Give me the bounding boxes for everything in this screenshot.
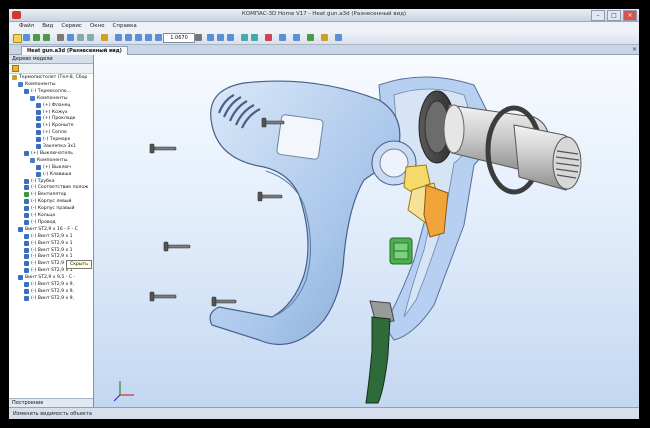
assembly-icon bbox=[12, 75, 17, 80]
screw-1 bbox=[149, 143, 177, 154]
part-icon bbox=[36, 123, 41, 129]
section-icon[interactable] bbox=[265, 34, 272, 41]
tree-item[interactable]: (-) Винт ST2,9 х 9, bbox=[24, 295, 74, 302]
wireframe-view-icon[interactable] bbox=[251, 34, 258, 41]
zoom-dynamic-icon[interactable] bbox=[155, 34, 162, 41]
screw-icon bbox=[24, 282, 29, 287]
screw-icon bbox=[24, 254, 29, 260]
print-icon[interactable] bbox=[57, 34, 64, 41]
pan-icon[interactable] bbox=[207, 34, 214, 41]
part-icon bbox=[24, 219, 29, 225]
zoom-input[interactable]: 1.0670 bbox=[163, 33, 195, 43]
3d-viewport[interactable] bbox=[94, 55, 639, 407]
new-file-icon[interactable] bbox=[13, 34, 22, 43]
menu-file[interactable]: Файл bbox=[19, 22, 34, 31]
title-bar: КОМПАС-3D Home V17 - Heat gun.a3d (Разне… bbox=[9, 9, 639, 22]
screw-icon bbox=[24, 233, 29, 239]
part-icon bbox=[36, 164, 41, 170]
part-icon bbox=[36, 137, 41, 143]
zoom-dropdown-icon[interactable] bbox=[195, 34, 202, 41]
part-icon bbox=[36, 109, 41, 115]
screw-4 bbox=[163, 241, 191, 252]
part-icon bbox=[36, 116, 41, 122]
part-icon bbox=[36, 130, 41, 136]
menu-bar: Файл Вид Сервис Окно Справка bbox=[9, 22, 639, 31]
menu-view[interactable]: Вид bbox=[42, 22, 53, 31]
screw-icon bbox=[24, 247, 29, 253]
model-tree-panel: Дерево модели Термопистолет (Тел-8, Сбор… bbox=[9, 55, 94, 407]
cut-icon[interactable] bbox=[77, 34, 84, 41]
document-tab-bar: Heat gun.a3d (Разнесенный вид) × bbox=[9, 45, 639, 55]
main-toolbar: 1.0670 bbox=[9, 31, 639, 45]
folder-icon bbox=[18, 81, 23, 87]
screw-icon bbox=[24, 268, 29, 274]
open-file-icon[interactable] bbox=[23, 34, 30, 41]
axis-triad-icon bbox=[113, 381, 134, 402]
orientation-icon[interactable] bbox=[227, 34, 234, 41]
zoom-window-icon[interactable] bbox=[135, 34, 142, 41]
panel-title: Дерево модели bbox=[9, 55, 93, 64]
model-color-icon[interactable] bbox=[307, 34, 314, 41]
menu-help[interactable]: Справка bbox=[113, 22, 137, 31]
window-controls: – □ × bbox=[591, 10, 637, 21]
menu-tools[interactable]: Сервис bbox=[61, 22, 82, 31]
screw-icon bbox=[18, 226, 23, 232]
part-icon bbox=[24, 178, 29, 184]
zoom-in-icon[interactable] bbox=[115, 34, 122, 41]
screw-icon bbox=[24, 295, 29, 301]
part-icon bbox=[24, 150, 29, 156]
rotate-icon[interactable] bbox=[217, 34, 224, 41]
part-icon bbox=[24, 185, 29, 191]
folder-icon bbox=[30, 95, 35, 101]
properties-icon[interactable] bbox=[67, 34, 74, 41]
part-icon bbox=[24, 213, 29, 218]
undo-icon[interactable] bbox=[33, 34, 40, 41]
filter-icon[interactable] bbox=[335, 34, 342, 41]
screw-icon bbox=[24, 288, 29, 294]
close-tab-icon[interactable]: × bbox=[632, 45, 637, 54]
minimize-button[interactable]: – bbox=[591, 10, 605, 21]
tree-item-label: (-) Винт ST2,9 х 9, bbox=[31, 295, 75, 301]
window-title: КОМПАС-3D Home V17 - Heat gun.a3d (Разне… bbox=[241, 11, 407, 17]
folder-icon bbox=[30, 157, 35, 163]
screw-icon bbox=[24, 261, 29, 267]
shaded-view-icon[interactable] bbox=[241, 34, 248, 41]
zoom-fit-icon[interactable] bbox=[145, 34, 152, 41]
screw-icon bbox=[18, 275, 23, 281]
redo-icon[interactable] bbox=[43, 34, 50, 41]
zoom-out-icon[interactable] bbox=[125, 34, 132, 41]
screw-icon bbox=[24, 240, 29, 246]
part-icon bbox=[36, 102, 41, 108]
document-tab-label: Heat gun.a3d (Разнесенный вид) bbox=[27, 48, 122, 54]
panel-bottom-tab[interactable]: Построение bbox=[9, 398, 93, 407]
fan-part bbox=[389, 237, 413, 265]
close-button[interactable]: × bbox=[623, 10, 637, 21]
maximize-button[interactable]: □ bbox=[607, 10, 621, 21]
menu-window[interactable]: Окно bbox=[90, 22, 105, 31]
part-icon bbox=[24, 192, 29, 198]
screw-3 bbox=[257, 191, 283, 202]
part-icon bbox=[36, 171, 41, 177]
document-tab[interactable]: Heat gun.a3d (Разнесенный вид) bbox=[21, 46, 128, 55]
status-bar: Изменить видимость объекта bbox=[9, 407, 639, 419]
screw-5 bbox=[149, 291, 177, 302]
tree-filter-icon[interactable] bbox=[12, 65, 19, 72]
copy-icon[interactable] bbox=[87, 34, 94, 41]
screw-6 bbox=[211, 296, 237, 307]
part-icon bbox=[24, 206, 29, 212]
cable-part bbox=[365, 300, 395, 404]
part-icon bbox=[24, 88, 29, 94]
explode-view-icon[interactable] bbox=[321, 34, 328, 41]
view-mode-icon[interactable] bbox=[293, 34, 300, 41]
panel-toolbar bbox=[9, 64, 93, 74]
application-window: КОМПАС-3D Home V17 - Heat gun.a3d (Разне… bbox=[9, 9, 639, 419]
heat-gun-model bbox=[113, 76, 582, 404]
paste-icon[interactable] bbox=[101, 34, 108, 41]
part-icon bbox=[24, 199, 29, 205]
tooltip: Скрыть bbox=[66, 260, 92, 269]
part-icon bbox=[36, 144, 41, 149]
perspective-icon[interactable] bbox=[279, 34, 286, 41]
